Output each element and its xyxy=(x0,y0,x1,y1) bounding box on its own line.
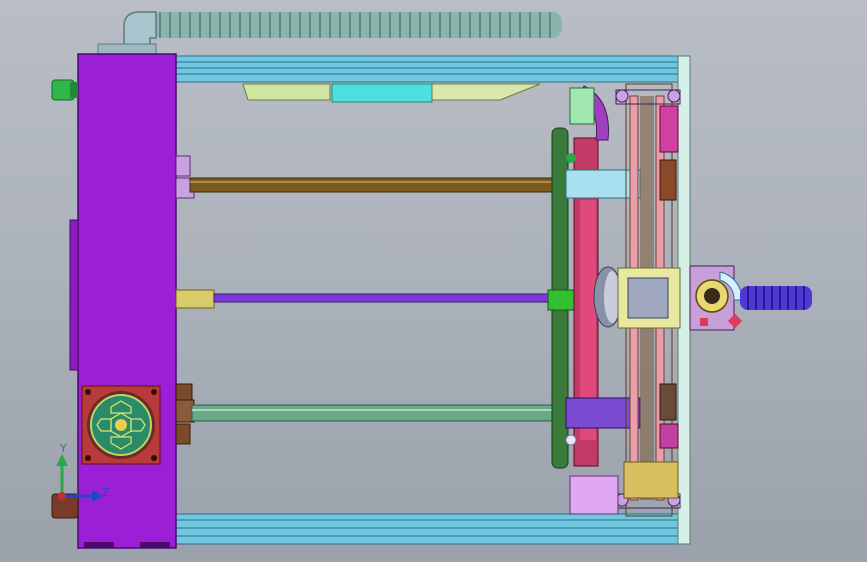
frame-rail-bottom xyxy=(175,513,687,545)
bushing-lower xyxy=(565,397,641,429)
indicator-ball-lower xyxy=(565,434,577,446)
bushing-upper xyxy=(565,169,641,199)
housing-foot-left xyxy=(84,542,114,548)
elbow-fitting xyxy=(97,11,157,57)
green-knob xyxy=(51,79,78,101)
triad-z-label: Z xyxy=(102,486,110,499)
guide-rod-upper xyxy=(189,177,563,193)
belt-assembly xyxy=(615,83,681,517)
housing-foot-right xyxy=(140,542,170,548)
top-block-green xyxy=(569,87,595,125)
triad-origin xyxy=(58,492,66,500)
mount-nut-lower xyxy=(175,383,195,445)
flex-hose xyxy=(152,12,562,38)
guide-rod-lower xyxy=(191,404,567,422)
frame-rail-top xyxy=(175,55,687,83)
triad-y-arrow xyxy=(56,454,68,466)
purple-housing xyxy=(69,53,177,549)
triad-y-label: Y xyxy=(60,442,67,455)
upper-shroud xyxy=(242,83,541,103)
lower-block-pink xyxy=(569,475,619,515)
cad-viewport[interactable] xyxy=(0,0,867,562)
drive-rod-middle xyxy=(175,289,559,309)
output-joint xyxy=(689,265,743,331)
blue-spring xyxy=(740,286,812,310)
cooling-fan xyxy=(81,385,161,465)
indicator-ball-upper xyxy=(566,153,576,163)
